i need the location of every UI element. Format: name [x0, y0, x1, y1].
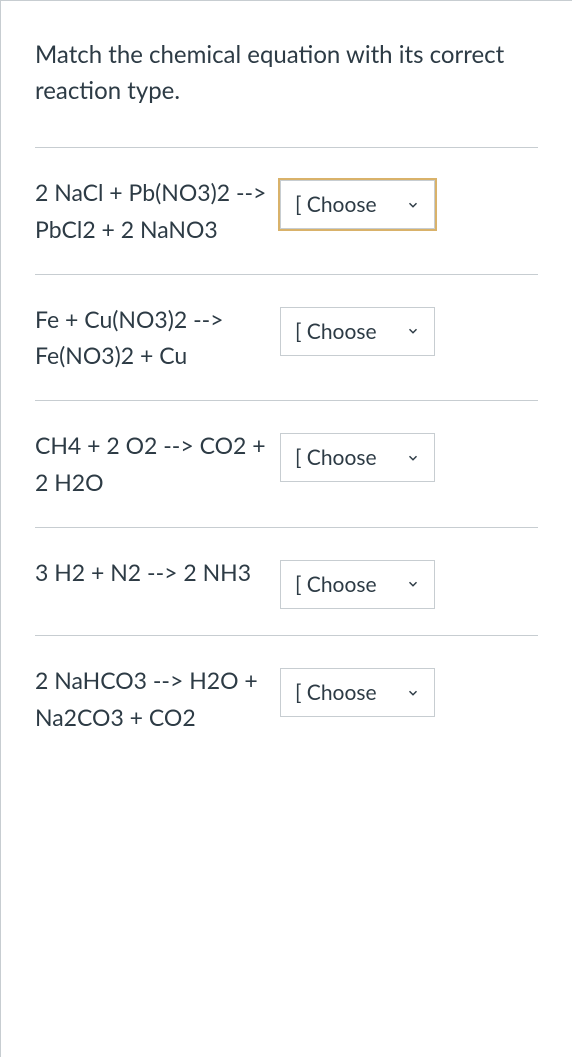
select-wrap: [ Choose — [280, 307, 435, 356]
select-wrap: [ Choose — [280, 180, 435, 229]
reaction-type-select[interactable]: [ Choose — [280, 180, 435, 229]
reaction-type-select[interactable]: [ Choose — [280, 668, 435, 717]
reaction-type-select[interactable]: [ Choose — [280, 433, 435, 482]
reaction-type-select[interactable]: [ Choose — [280, 307, 435, 356]
select-value: [ Choose — [295, 571, 377, 598]
chevron-down-icon — [406, 451, 420, 465]
chevron-down-icon — [406, 577, 420, 591]
chevron-down-icon — [406, 324, 420, 338]
match-row: 3 H2 + N2 --> 2 NH3 [ Choose — [35, 527, 538, 635]
match-row: Fe + Cu(NO3)2 --> Fe(NO3)2 + Cu [ Choose — [35, 274, 538, 401]
select-value: [ Choose — [295, 444, 377, 471]
equation-text: 2 NaCl + Pb(NO3)2 --> PbCl2 + 2 NaNO3 — [35, 174, 270, 248]
select-wrap: [ Choose — [280, 668, 435, 717]
matching-rows: 2 NaCl + Pb(NO3)2 --> PbCl2 + 2 NaNO3 [ … — [35, 147, 538, 762]
question-container: Match the chemical equation with its cor… — [0, 0, 572, 1057]
select-wrap: [ Choose — [280, 560, 435, 609]
equation-text: 2 NaHCO3 --> H2O + Na2CO3 + CO2 — [35, 662, 270, 736]
match-row: CH4 + 2 O2 --> CO2 + 2 H2O [ Choose — [35, 400, 538, 527]
match-row: 2 NaHCO3 --> H2O + Na2CO3 + CO2 [ Choose — [35, 635, 538, 762]
reaction-type-select[interactable]: [ Choose — [280, 560, 435, 609]
select-wrap: [ Choose — [280, 433, 435, 482]
chevron-down-icon — [406, 686, 420, 700]
equation-text: 3 H2 + N2 --> 2 NH3 — [35, 554, 270, 591]
select-value: [ Choose — [295, 191, 377, 218]
select-value: [ Choose — [295, 679, 377, 706]
select-value: [ Choose — [295, 318, 377, 345]
chevron-down-icon — [406, 198, 420, 212]
question-prompt: Match the chemical equation with its cor… — [1, 1, 572, 147]
equation-text: CH4 + 2 O2 --> CO2 + 2 H2O — [35, 427, 270, 501]
equation-text: Fe + Cu(NO3)2 --> Fe(NO3)2 + Cu — [35, 301, 270, 375]
match-row: 2 NaCl + Pb(NO3)2 --> PbCl2 + 2 NaNO3 [ … — [35, 147, 538, 274]
